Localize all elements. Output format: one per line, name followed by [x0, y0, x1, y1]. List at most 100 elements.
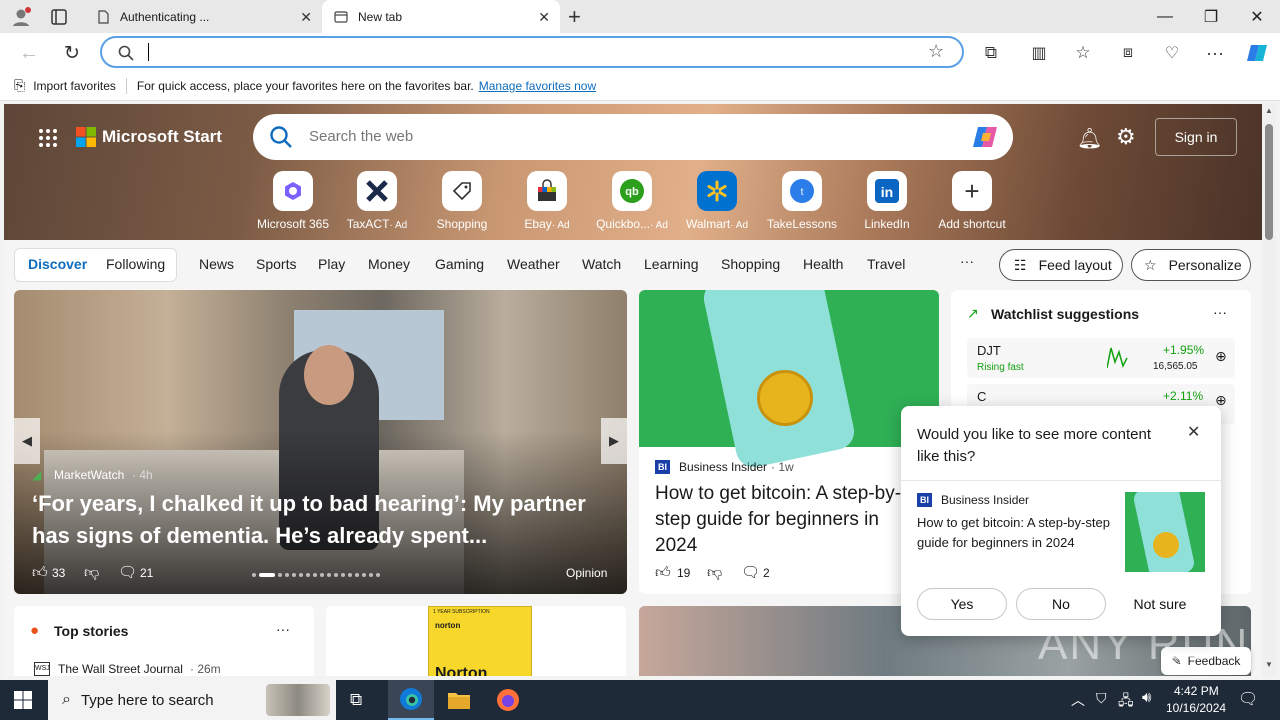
comment-icon[interactable]: 🗨︎	[118, 563, 137, 581]
app-launcher-icon[interactable]	[38, 128, 58, 151]
story-headline[interactable]: ‘For years, I chalked it up to bad heari…	[32, 488, 612, 552]
tab-following[interactable]: Following	[106, 256, 165, 272]
yes-button[interactable]: Yes	[917, 588, 1007, 620]
refresh-icon[interactable]: ↻	[59, 40, 85, 66]
close-tab-icon[interactable]: ✕	[300, 9, 312, 26]
close-window-icon[interactable]: ✕	[1234, 0, 1280, 33]
copilot-icon[interactable]	[971, 123, 1001, 154]
minimize-icon[interactable]: —	[1142, 0, 1188, 33]
tab-authenticating[interactable]: Authenticating ... ✕	[84, 0, 322, 33]
restore-icon[interactable]: ❐	[1188, 0, 1234, 33]
firefox-icon[interactable]	[496, 688, 520, 715]
nav-learning[interactable]: Learning	[644, 256, 699, 272]
nav-weather[interactable]: Weather	[507, 256, 560, 272]
popup-close-icon[interactable]: ✕	[1187, 422, 1200, 442]
nav-more-icon[interactable]: ···	[960, 253, 974, 269]
like-icon[interactable]: 👍︎	[32, 564, 48, 582]
notifications-icon[interactable]: 🗨︎	[1238, 689, 1258, 709]
nav-shopping[interactable]: Shopping	[721, 256, 780, 272]
scroll-up-icon[interactable]: ▲	[1265, 106, 1273, 115]
sign-in-button[interactable]: Sign in	[1155, 118, 1237, 156]
carousel-prev-button[interactable]: ◀	[14, 418, 40, 464]
address-bar[interactable]: ☆	[100, 36, 964, 68]
nav-travel[interactable]: Travel	[867, 256, 905, 272]
close-tab-icon[interactable]: ✕	[538, 9, 550, 26]
page-scrollbar[interactable]: ▲ ▼	[1262, 104, 1276, 676]
top-stories-more-icon[interactable]: ···	[276, 621, 290, 637]
watchlist-more-icon[interactable]: ···	[1213, 304, 1227, 320]
settings-gear-icon[interactable]: ⚙	[1116, 124, 1136, 150]
import-favorites-icon[interactable]: ⎘	[14, 77, 25, 94]
shortcut-shopping[interactable]: Shopping	[420, 171, 504, 231]
tab-discover[interactable]: Discover	[28, 256, 87, 272]
split-screen-icon[interactable]: ▥	[1026, 40, 1052, 66]
volume-icon[interactable]: 🔊︎	[1142, 689, 1151, 706]
carousel-dots[interactable]	[252, 573, 380, 577]
favorite-star-icon[interactable]: ☆	[928, 41, 944, 62]
dislike-icon[interactable]: 👎︎	[84, 564, 99, 582]
shortcut-taxact[interactable]: TaxACT· Ad	[335, 171, 419, 231]
shortcut-takelessons[interactable]: t TakeLessons	[760, 171, 844, 231]
shortcut-quickbooks[interactable]: qb Quickbo...· Ad	[590, 171, 674, 231]
personalize-button[interactable]: ☆ Personalize	[1131, 249, 1251, 281]
file-explorer-icon[interactable]	[447, 689, 471, 714]
tab-actions-icon[interactable]	[50, 8, 68, 26]
comment-icon[interactable]: 🗨︎	[741, 563, 760, 581]
like-icon[interactable]: 👍︎	[655, 564, 671, 582]
network-icon[interactable]: 🖧︎	[1118, 690, 1134, 714]
scroll-down-icon[interactable]: ▼	[1265, 660, 1273, 669]
brand-title[interactable]: Microsoft Start	[102, 127, 222, 147]
bitcoin-story-card[interactable]: BI Business Insider · 1w How to get bitc…	[639, 290, 939, 594]
favorites-icon[interactable]: ☆	[1070, 40, 1096, 66]
shortcut-ebay[interactable]: Ebay· Ad	[505, 171, 589, 231]
import-favorites-button[interactable]: Import favorites	[33, 79, 116, 93]
nav-money[interactable]: Money	[368, 256, 410, 272]
nav-health[interactable]: Health	[803, 256, 843, 272]
shortcut-microsoft-365[interactable]: Microsoft 365	[251, 171, 335, 231]
browser-essentials-icon[interactable]: ♡	[1159, 40, 1185, 66]
back-icon[interactable]: ←	[16, 40, 42, 66]
manage-favorites-link[interactable]: Manage favorites now	[479, 79, 596, 93]
shortcut-add[interactable]: + Add shortcut	[930, 171, 1014, 231]
shortcut-walmart[interactable]: Walmart· Ad	[675, 171, 759, 231]
windows-start-icon[interactable]	[14, 691, 32, 712]
profile-icon[interactable]	[10, 6, 32, 28]
notifications-bell-icon[interactable]: 🔔︎	[1077, 126, 1102, 151]
story-headline[interactable]: How to get bitcoin: A step-by-step guide…	[655, 481, 925, 561]
taskbar-search-box[interactable]: ⌕ Type here to search	[48, 680, 336, 720]
clock-date[interactable]: 10/16/2024	[1166, 701, 1226, 715]
feed-layout-button[interactable]: ☷ Feed layout	[999, 249, 1123, 281]
web-search-box[interactable]: Search the web	[253, 114, 1013, 160]
show-hidden-icons[interactable]: ︿	[1071, 690, 1085, 710]
task-view-icon[interactable]: ⧉	[350, 690, 362, 710]
nav-sports[interactable]: Sports	[256, 256, 296, 272]
opinion-tag: Opinion	[566, 566, 608, 580]
scrollbar-thumb[interactable]	[1265, 124, 1273, 240]
copilot-icon[interactable]	[1244, 40, 1270, 66]
extensions-icon[interactable]: ⧉	[978, 40, 1004, 66]
clock-time[interactable]: 4:42 PM	[1174, 684, 1219, 698]
nav-watch[interactable]: Watch	[582, 256, 621, 272]
edge-taskbar-icon[interactable]	[388, 680, 434, 720]
wsj-icon: WSJ	[34, 662, 50, 676]
nav-news[interactable]: News	[199, 256, 234, 272]
nav-gaming[interactable]: Gaming	[435, 256, 484, 272]
tab-new-tab[interactable]: New tab ✕	[322, 0, 560, 33]
not-sure-button[interactable]: Not sure	[1115, 588, 1205, 620]
carousel-next-button[interactable]: ▶	[601, 418, 627, 464]
watchlist-row[interactable]: DJT Rising fast +1.95% 16,565.05 ⊕	[967, 338, 1235, 378]
address-input[interactable]	[148, 43, 149, 61]
no-button[interactable]: No	[1016, 588, 1106, 620]
person-head-shape	[304, 345, 354, 405]
nav-play[interactable]: Play	[318, 256, 345, 272]
security-icon[interactable]: ⛉	[1096, 690, 1107, 707]
new-tab-plus-icon[interactable]: +	[568, 4, 581, 30]
main-story-card[interactable]: ◀ ▶ ◢ MarketWatch · 4h ‘For years, I cha…	[14, 290, 627, 594]
ad-card[interactable]: 1 YEAR SUBSCRIPTION norton Norton	[326, 606, 626, 676]
settings-more-icon[interactable]: ···	[1202, 40, 1228, 66]
divider	[901, 480, 1221, 481]
collections-icon[interactable]: ⧈	[1115, 40, 1141, 66]
dislike-icon[interactable]: 👎︎	[707, 564, 722, 582]
add-to-watchlist-icon[interactable]: ⊕	[1215, 348, 1227, 365]
shortcut-linkedin[interactable]: in LinkedIn	[845, 171, 929, 231]
